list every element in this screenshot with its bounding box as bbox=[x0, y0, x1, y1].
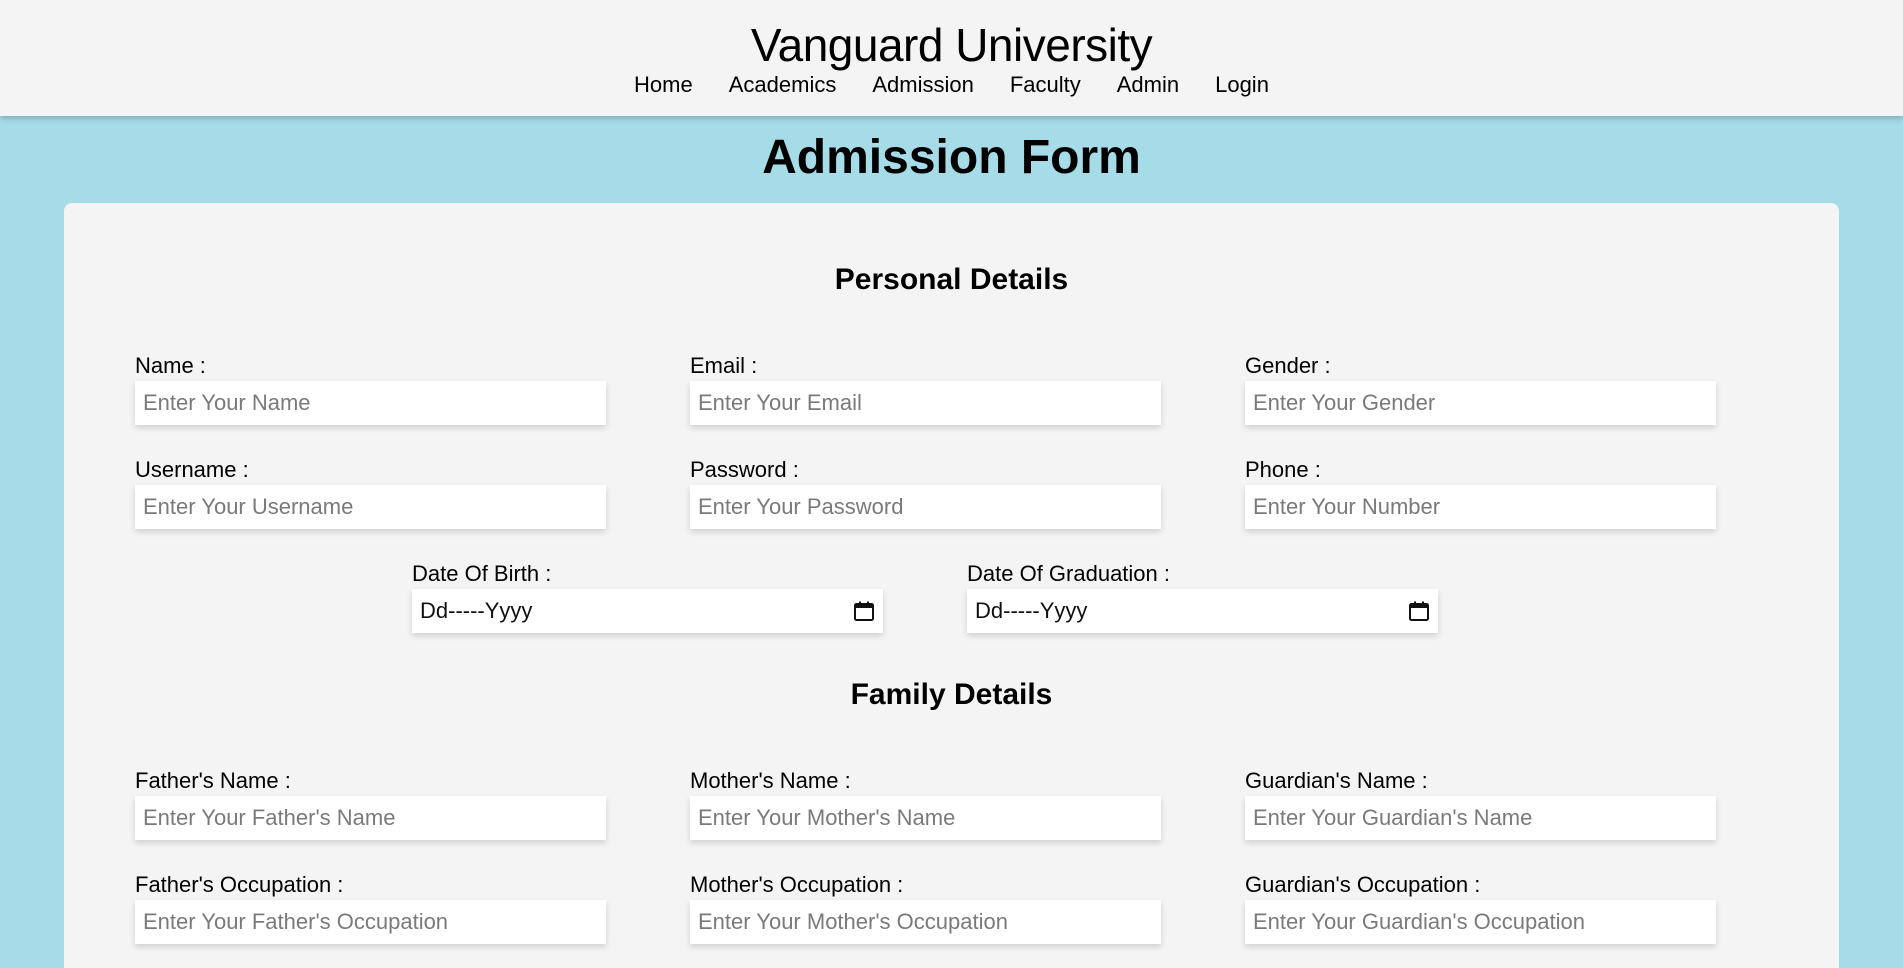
date-of-graduation-field: Date Of Graduation : Dd-----Yyyy bbox=[967, 559, 1438, 633]
phone-label: Phone : bbox=[1245, 457, 1321, 482]
username-label: Username : bbox=[135, 457, 249, 482]
father-occupation-placeholder: Enter Your Father's Occupation bbox=[143, 909, 449, 934]
nav-home[interactable]: Home bbox=[634, 72, 693, 98]
admission-form-card: Personal Details Name : Enter Your Name … bbox=[64, 203, 1839, 968]
password-placeholder: Enter Your Password bbox=[698, 494, 904, 519]
guardian-occupation-placeholder: Enter Your Guardian's Occupation bbox=[1253, 909, 1585, 934]
username-field: Username : Enter Your Username bbox=[135, 455, 606, 529]
nav-faculty[interactable]: Faculty bbox=[1010, 72, 1081, 98]
password-label: Password : bbox=[690, 457, 799, 482]
gender-label: Gender : bbox=[1245, 353, 1331, 378]
date-of-graduation-label: Date Of Graduation : bbox=[967, 561, 1170, 586]
password-input[interactable]: Enter Your Password bbox=[690, 485, 1161, 529]
nav-admission[interactable]: Admission bbox=[872, 72, 973, 98]
calendar-icon[interactable] bbox=[853, 600, 875, 622]
mother-name-placeholder: Enter Your Mother's Name bbox=[698, 805, 956, 830]
father-name-label: Father's Name : bbox=[135, 768, 291, 793]
main-nav: Home Academics Admission Faculty Admin L… bbox=[0, 72, 1903, 98]
site-header: Vanguard University Home Academics Admis… bbox=[0, 0, 1903, 116]
name-input[interactable]: Enter Your Name bbox=[135, 381, 606, 425]
gender-input[interactable]: Enter Your Gender bbox=[1245, 381, 1716, 425]
date-of-birth-field: Date Of Birth : Dd-----Yyyy bbox=[412, 559, 883, 633]
phone-input[interactable]: Enter Your Number bbox=[1245, 485, 1716, 529]
nav-academics[interactable]: Academics bbox=[729, 72, 837, 98]
username-placeholder: Enter Your Username bbox=[143, 494, 354, 519]
email-input[interactable]: Enter Your Email bbox=[690, 381, 1161, 425]
father-name-input[interactable]: Enter Your Father's Name bbox=[135, 796, 606, 840]
father-name-field: Father's Name : Enter Your Father's Name bbox=[135, 766, 606, 840]
guardian-occupation-label: Guardian's Occupation : bbox=[1245, 872, 1481, 897]
name-label: Name : bbox=[135, 353, 206, 378]
guardian-name-field: Guardian's Name : Enter Your Guardian's … bbox=[1245, 766, 1716, 840]
calendar-icon[interactable] bbox=[1408, 600, 1430, 622]
mother-occupation-label: Mother's Occupation : bbox=[690, 872, 904, 897]
date-of-graduation-value: Dd-----Yyyy bbox=[975, 598, 1088, 623]
mother-occupation-placeholder: Enter Your Mother's Occupation bbox=[698, 909, 1008, 934]
mother-occupation-field: Mother's Occupation : Enter Your Mother'… bbox=[690, 870, 1161, 944]
date-of-graduation-input[interactable]: Dd-----Yyyy bbox=[967, 589, 1438, 633]
guardian-occupation-field: Guardian's Occupation : Enter Your Guard… bbox=[1245, 870, 1716, 944]
mother-name-input[interactable]: Enter Your Mother's Name bbox=[690, 796, 1161, 840]
father-occupation-input[interactable]: Enter Your Father's Occupation bbox=[135, 900, 606, 944]
mother-name-field: Mother's Name : Enter Your Mother's Name bbox=[690, 766, 1161, 840]
name-placeholder: Enter Your Name bbox=[143, 390, 311, 415]
guardian-occupation-input[interactable]: Enter Your Guardian's Occupation bbox=[1245, 900, 1716, 944]
guardian-name-label: Guardian's Name : bbox=[1245, 768, 1428, 793]
father-occupation-label: Father's Occupation : bbox=[135, 872, 344, 897]
date-of-birth-value: Dd-----Yyyy bbox=[420, 598, 533, 623]
phone-field: Phone : Enter Your Number bbox=[1245, 455, 1716, 529]
username-input[interactable]: Enter Your Username bbox=[135, 485, 606, 529]
email-field: Email : Enter Your Email bbox=[690, 351, 1161, 425]
email-label: Email : bbox=[690, 353, 758, 378]
date-of-birth-label: Date Of Birth : bbox=[412, 561, 552, 586]
date-of-birth-input[interactable]: Dd-----Yyyy bbox=[412, 589, 883, 633]
nav-login[interactable]: Login bbox=[1215, 72, 1269, 98]
name-field: Name : Enter Your Name bbox=[135, 351, 606, 425]
phone-placeholder: Enter Your Number bbox=[1253, 494, 1441, 519]
family-details-heading: Family Details bbox=[850, 678, 1053, 711]
father-occupation-field: Father's Occupation : Enter Your Father'… bbox=[135, 870, 606, 944]
gender-placeholder: Enter Your Gender bbox=[1253, 390, 1436, 415]
guardian-name-placeholder: Enter Your Guardian's Name bbox=[1253, 805, 1533, 830]
father-name-placeholder: Enter Your Father's Name bbox=[143, 805, 396, 830]
password-field: Password : Enter Your Password bbox=[690, 455, 1161, 529]
nav-admin[interactable]: Admin bbox=[1117, 72, 1179, 98]
personal-details-heading: Personal Details bbox=[834, 263, 1069, 296]
mother-name-label: Mother's Name : bbox=[690, 768, 851, 793]
gender-field: Gender : Enter Your Gender bbox=[1245, 351, 1716, 425]
guardian-name-input[interactable]: Enter Your Guardian's Name bbox=[1245, 796, 1716, 840]
page-title: Admission Form bbox=[762, 131, 1141, 184]
site-title: Vanguard University bbox=[750, 19, 1153, 71]
mother-occupation-input[interactable]: Enter Your Mother's Occupation bbox=[690, 900, 1161, 944]
email-placeholder: Enter Your Email bbox=[698, 390, 862, 415]
